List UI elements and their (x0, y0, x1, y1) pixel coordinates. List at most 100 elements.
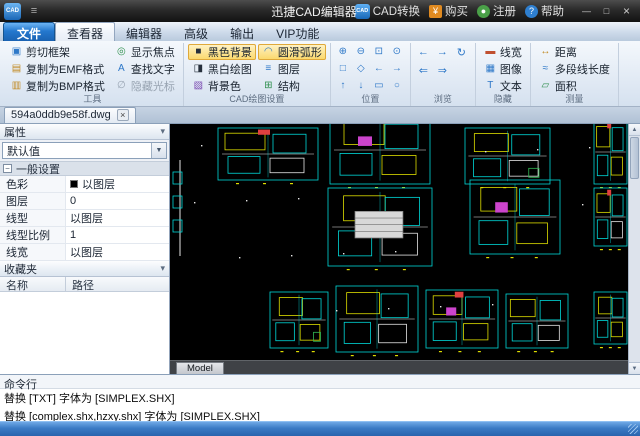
lineweight-icon: ▬ (484, 47, 497, 57)
find-text-button[interactable]: A查找文字 (111, 61, 179, 77)
window-title: 迅捷CAD编辑器 (271, 3, 356, 20)
document-close-icon[interactable]: × (117, 109, 129, 121)
favorites-list[interactable] (0, 292, 169, 376)
zoom-window-icon[interactable]: ⊡ (371, 44, 387, 59)
pan-icon[interactable]: □ (335, 61, 351, 76)
black-background-button[interactable]: ■黑色背景 (188, 44, 256, 60)
zoom-extents-icon[interactable]: ⊙ (389, 44, 405, 59)
command-line-title: 命令行 (0, 375, 640, 389)
group-label-tools: 工具 (2, 92, 183, 106)
smooth-arc-button[interactable]: ◠圆滑弧形 (258, 44, 326, 60)
zoom-out-icon[interactable]: ⊖ (353, 44, 369, 59)
document-tab[interactable]: 594a0ddb9e58f.dwg × (4, 107, 136, 123)
group-label-browse: 浏览 (411, 92, 475, 106)
view-circle-icon[interactable]: ○ (389, 78, 405, 93)
menu-icon[interactable]: ≡ (27, 5, 41, 17)
color-swatch (70, 180, 78, 188)
measure-polyline-button[interactable]: ≈多段线长度 (535, 61, 614, 77)
first-view-icon[interactable]: ⇐ (415, 62, 432, 78)
pan-down-icon[interactable]: ↓ (353, 78, 369, 93)
copy-bmp-icon: ▥ (10, 81, 23, 91)
layers-button[interactable]: ≡图层 (258, 61, 326, 77)
collapse-icon[interactable]: − (3, 164, 12, 173)
titlebar: CAD ≡ 迅捷CAD编辑器 CAD CAD转换 ¥ 购买 ● 注册 ? 帮助 … (0, 0, 640, 22)
cad-convert-icon: CAD (355, 4, 370, 19)
help-button[interactable]: ? 帮助 (525, 3, 564, 19)
ribbon-group-hide: ▬线宽 ▦图像 T文本 隐藏 (476, 43, 531, 106)
copy-emf-button[interactable]: ▤复制为EMF格式 (6, 61, 109, 77)
scrollbar-thumb[interactable] (630, 137, 639, 179)
tab-viewer[interactable]: 查看器 (55, 22, 115, 41)
background-color-icon: ▧ (192, 81, 205, 91)
property-row-linetype[interactable]: 线型 以图层 (0, 210, 169, 227)
clip-frame-button[interactable]: ▣剪切框架 (6, 44, 109, 60)
vertical-scrollbar[interactable]: ▲ ▼ (628, 124, 640, 374)
ribbon-group-browse: ← → ↻ ⇐ ⇒ 浏览 (411, 43, 476, 106)
scroll-down-icon[interactable]: ▼ (629, 362, 640, 374)
layers-icon: ≡ (262, 64, 275, 74)
show-focus-button[interactable]: ◎显示焦点 (111, 44, 179, 60)
status-bar (0, 421, 640, 436)
user-icon: ● (477, 5, 490, 18)
pan-right-icon[interactable]: → (389, 61, 405, 76)
help-icon: ? (525, 5, 538, 18)
show-focus-icon: ◎ (115, 47, 128, 57)
property-row-color[interactable]: 色彩 以图层 (0, 176, 169, 193)
copy-emf-icon: ▤ (10, 64, 23, 74)
favorites-col-path[interactable]: 路径 (66, 277, 94, 291)
favorites-col-name[interactable]: 名称 (0, 277, 66, 291)
resize-grip[interactable] (628, 424, 638, 434)
document-tabbar: 594a0ddb9e58f.dwg × (0, 107, 640, 124)
tab-file[interactable]: 文件 (3, 22, 55, 41)
cad-convert-button[interactable]: CAD CAD转换 (355, 3, 420, 19)
distance-icon: ↔ (539, 47, 552, 57)
minimize-button[interactable]: — (577, 4, 596, 19)
view-rect-icon[interactable]: ▭ (371, 78, 387, 93)
ribbon-group-tools: ▣剪切框架 ▤复制为EMF格式 ▥复制为BMP格式 ◎显示焦点 A查找文字 ∅隐… (2, 43, 184, 106)
scroll-up-icon[interactable]: ▲ (629, 124, 640, 136)
command-line-panel: 命令行 替换 [TXT] 字体为 [SIMPLEX.SHX] 替换 [compl… (0, 374, 640, 421)
tab-vip[interactable]: VIP功能 (265, 23, 330, 41)
property-row-lineweight[interactable]: 线宽 以图层 (0, 244, 169, 261)
refresh-icon[interactable]: ↻ (453, 44, 470, 60)
back-icon[interactable]: ← (415, 44, 432, 60)
structure-icon: ⊞ (262, 81, 275, 91)
drawing-canvas[interactable] (170, 124, 628, 360)
polyline-icon: ≈ (539, 64, 552, 74)
properties-panel: 属性 ▾ 默认值 ▼ − 一般设置 色彩 以图层 图层 0 线型 以图层 线型比… (0, 124, 170, 374)
close-button[interactable]: × (617, 4, 636, 19)
clip-frame-icon: ▣ (10, 47, 23, 57)
tab-model[interactable]: Model (176, 362, 224, 374)
bw-drawing-button[interactable]: ◨黑白绘图 (188, 61, 256, 77)
hide-lineweight-button[interactable]: ▬线宽 (480, 44, 526, 60)
register-button[interactable]: ● 注册 (477, 3, 516, 19)
buy-button[interactable]: ¥ 购买 (429, 3, 468, 19)
black-background-icon: ■ (192, 47, 205, 57)
group-label-cad-settings: CAD绘图设置 (184, 92, 330, 106)
command-output-line: 替换 [TXT] 字体为 [SIMPLEX.SHX] (0, 389, 640, 407)
tab-advanced[interactable]: 高级 (173, 23, 219, 41)
ribbon-group-measure: ↔距离 ≈多段线长度 ▱面积 测量 (531, 43, 619, 106)
property-row-linetype-scale[interactable]: 线型比例 1 (0, 227, 169, 244)
tab-editor[interactable]: 编辑器 (115, 23, 173, 41)
pan-left-icon[interactable]: ← (371, 61, 387, 76)
maximize-button[interactable]: □ (597, 4, 616, 19)
zoom-in-icon[interactable]: ⊕ (335, 44, 351, 59)
property-row-layer[interactable]: 图层 0 (0, 193, 169, 210)
image-icon: ▦ (484, 64, 497, 74)
general-settings-section[interactable]: − 一般设置 (0, 161, 169, 176)
properties-header: 属性 ▾ (0, 124, 169, 140)
tab-output[interactable]: 输出 (219, 23, 265, 41)
last-view-icon[interactable]: ⇒ (434, 62, 451, 78)
forward-icon[interactable]: → (434, 44, 451, 60)
cad-drawing (170, 124, 628, 360)
fit-view-icon[interactable]: ◇ (353, 61, 369, 76)
property-preset-select[interactable]: 默认值 ▼ (2, 142, 167, 159)
measure-distance-button[interactable]: ↔距离 (535, 44, 614, 60)
hide-image-button[interactable]: ▦图像 (480, 61, 526, 77)
ribbon-group-position: ⊕ ⊖ ⊡ ⊙ □ ◇ ← → ↑ ↓ ▭ ○ 位置 (331, 43, 411, 106)
pan-up-icon[interactable]: ↑ (335, 78, 351, 93)
pin-icon[interactable]: ▾ (160, 126, 165, 137)
favorites-pin-icon[interactable]: ▾ (160, 263, 165, 274)
cad-editor-window: CAD ≡ 迅捷CAD编辑器 CAD CAD转换 ¥ 购买 ● 注册 ? 帮助 … (0, 0, 640, 436)
